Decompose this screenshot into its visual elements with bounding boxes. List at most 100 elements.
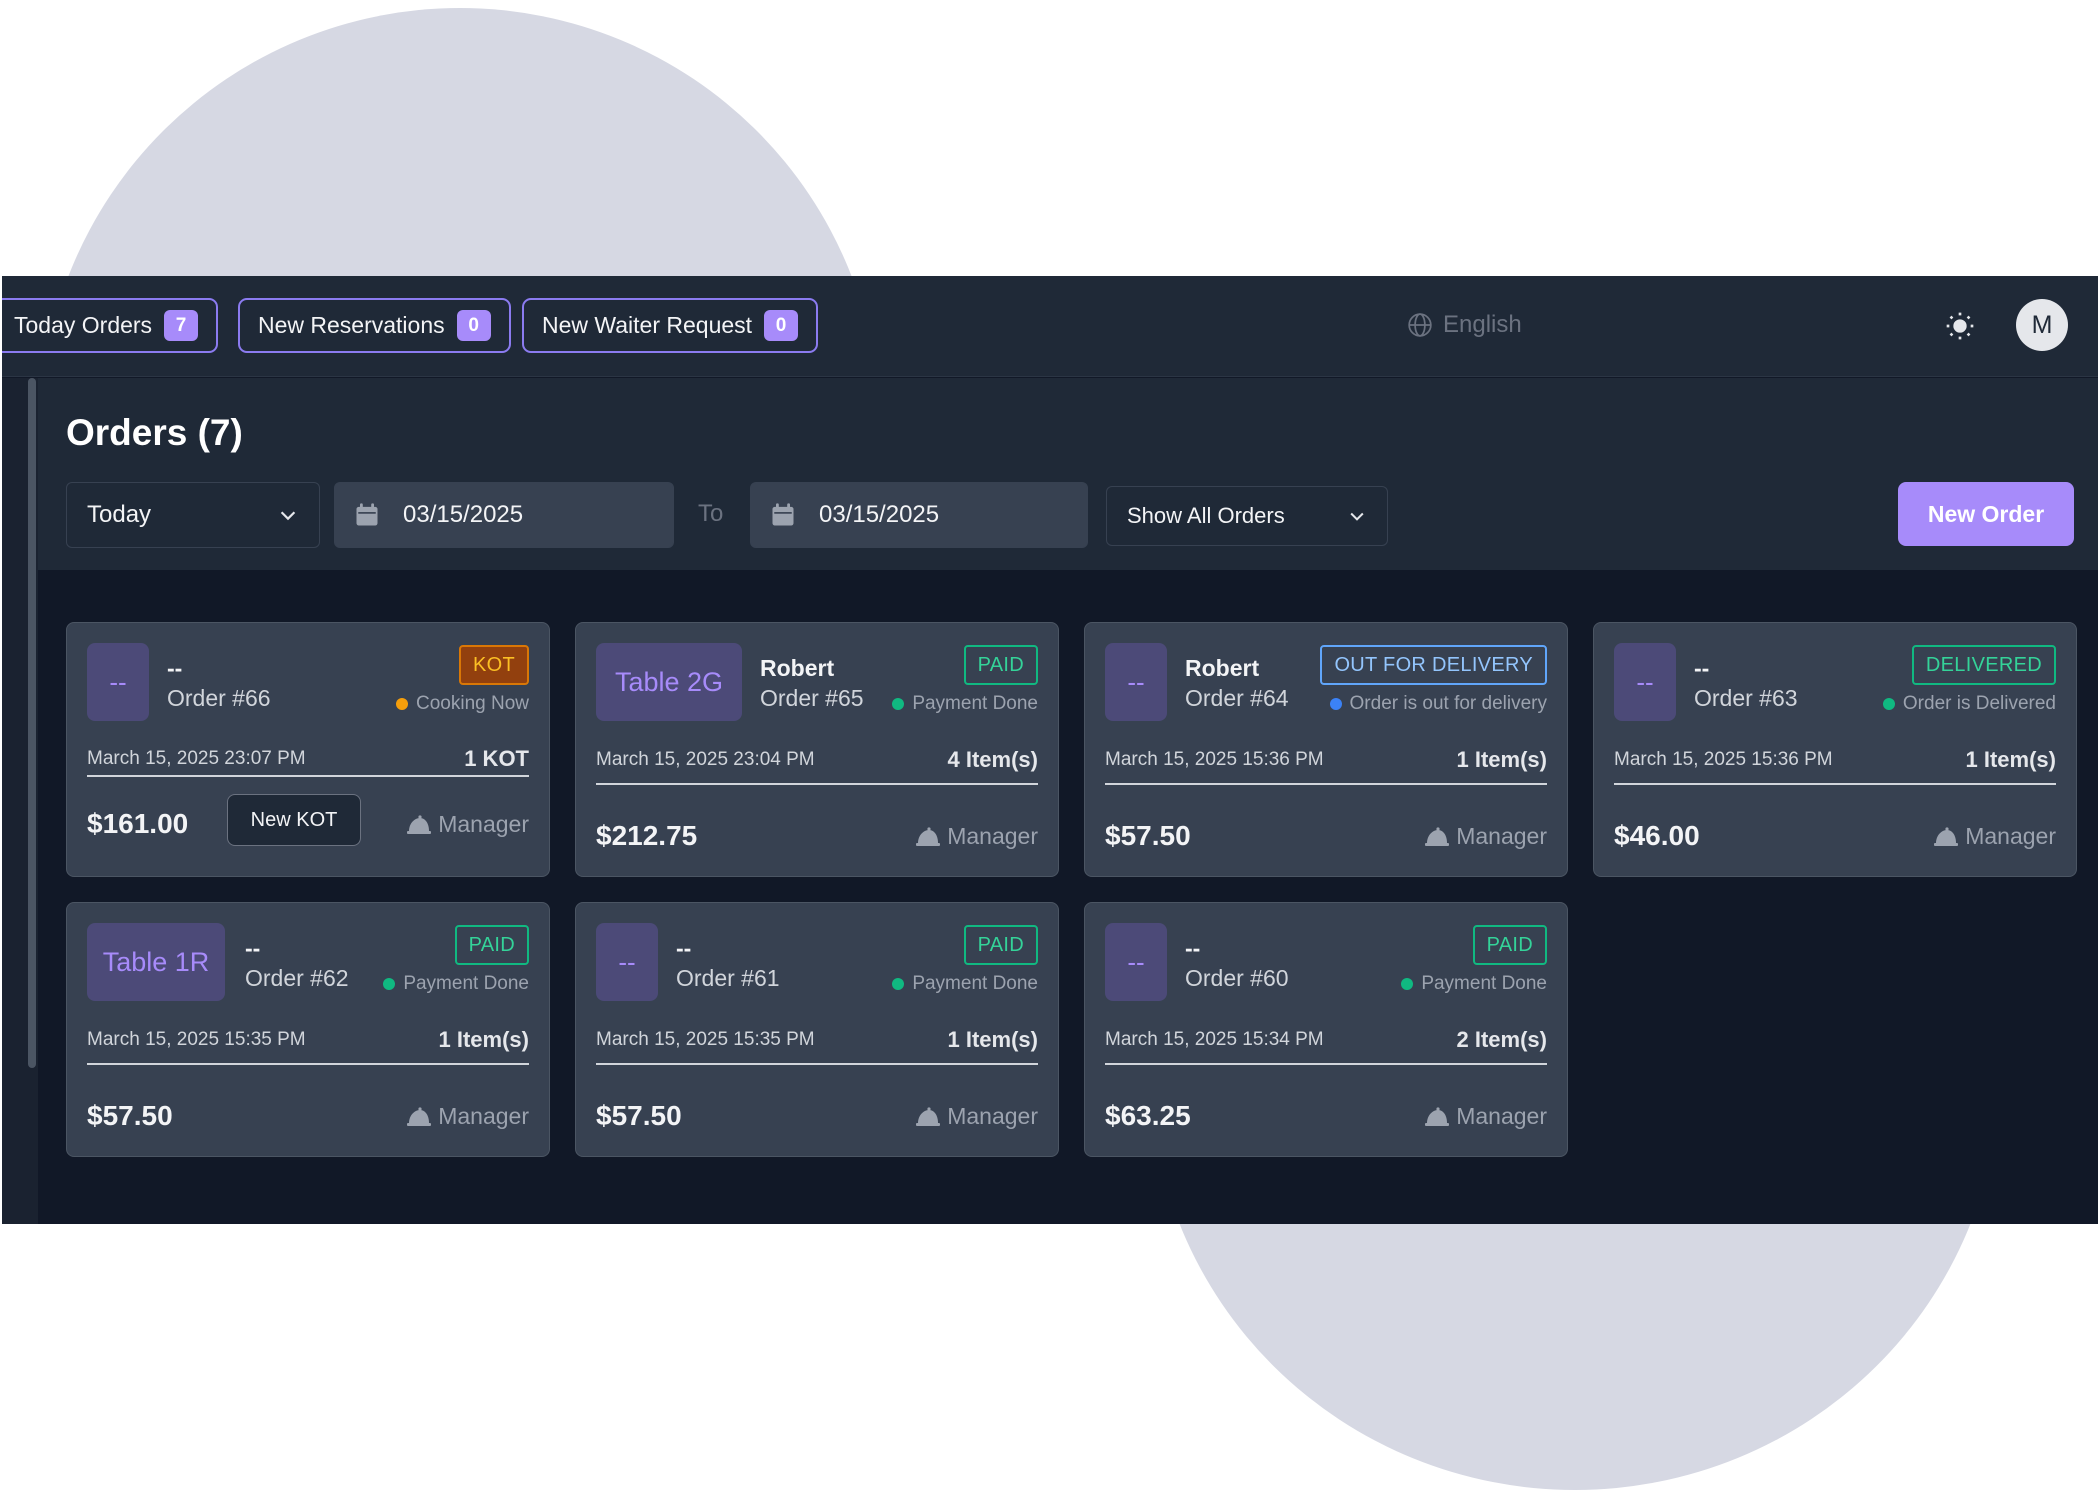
waiter-info: Manager	[1424, 1103, 1547, 1130]
user-avatar[interactable]: M	[2016, 299, 2068, 351]
status-dot	[396, 698, 408, 710]
order-meta: March 15, 2025 15:36 PM 1 Item(s)	[1614, 737, 2056, 785]
order-total: $57.50	[87, 1100, 173, 1131]
order-filter-select[interactable]: Show All Orders	[1106, 486, 1388, 546]
status-detail-text: Payment Done	[1421, 973, 1547, 994]
order-meta: March 15, 2025 15:34 PM 2 Item(s)	[1105, 1017, 1547, 1065]
order-datetime: March 15, 2025 15:35 PM	[596, 1029, 815, 1050]
today-orders-label: Today Orders	[14, 312, 153, 338]
new-reservations-label: New Reservations	[258, 312, 445, 338]
customer-name: --	[676, 935, 692, 961]
today-orders-count-badge: 7	[164, 310, 199, 341]
start-date-input[interactable]: 03/15/2025	[334, 482, 674, 548]
globe-icon	[1408, 313, 1432, 337]
order-meta: March 15, 2025 23:04 PM 4 Item(s)	[596, 737, 1038, 785]
order-card-63[interactable]: -- -- Order #63 DELIVERED Order is Deliv…	[1593, 622, 2077, 877]
status-detail-text: Payment Done	[912, 693, 1038, 714]
status-dot	[892, 698, 905, 710]
end-date-input[interactable]: 03/15/2025	[750, 482, 1088, 548]
table-tag: --	[596, 923, 658, 1001]
order-total: $57.50	[596, 1100, 682, 1131]
waiter-name: Manager	[947, 1103, 1038, 1129]
table-tag: --	[1614, 643, 1676, 721]
status-dot	[1882, 698, 1895, 710]
table-tag: Table 2G	[596, 643, 742, 721]
new-waiter-request-button[interactable]: New Waiter Request 0	[522, 298, 819, 353]
order-datetime: March 15, 2025 15:36 PM	[1105, 749, 1324, 770]
order-item-count: 1 Item(s)	[438, 1027, 529, 1052]
order-number: Order #61	[676, 965, 780, 991]
order-datetime: March 15, 2025 15:35 PM	[87, 1029, 306, 1050]
customer-name: --	[245, 935, 261, 961]
order-number: Order #63	[1694, 685, 1798, 711]
waiter-icon	[1934, 826, 1959, 846]
customer-name: Robert	[1185, 655, 1260, 681]
status-detail: Payment Done	[1401, 973, 1547, 995]
order-card-62[interactable]: Table 1R -- Order #62 PAID Payment Done …	[66, 902, 550, 1157]
status-badge: OUT FOR DELIVERY	[1320, 645, 1547, 685]
new-kot-button[interactable]: New KOT	[227, 794, 361, 846]
order-datetime: March 15, 2025 23:04 PM	[596, 749, 815, 770]
chevron-down-icon	[1350, 512, 1364, 521]
order-datetime: March 15, 2025 15:36 PM	[1614, 749, 1833, 770]
status-detail: Order is Delivered	[1882, 693, 2056, 715]
waiter-info: Manager	[406, 1103, 529, 1130]
new-reservations-button[interactable]: New Reservations 0	[238, 298, 511, 353]
order-card-61[interactable]: -- -- Order #61 PAID Payment Done March …	[575, 902, 1059, 1157]
status-detail-text: Payment Done	[912, 973, 1038, 994]
order-number: Order #60	[1185, 965, 1289, 991]
status-badge: PAID	[963, 925, 1038, 965]
status-dot	[892, 978, 905, 990]
sun-icon	[1946, 312, 1974, 340]
waiter-name: Manager	[1456, 1103, 1547, 1129]
page-title: Orders (7)	[66, 412, 243, 453]
order-total: $46.00	[1614, 820, 1700, 851]
app-window: Today Orders 7 New Reservations 0 New Wa…	[2, 276, 2098, 1224]
new-waiter-request-count-badge: 0	[764, 310, 799, 341]
order-card-64[interactable]: -- Robert Order #64 OUT FOR DELIVERY Ord…	[1084, 622, 1568, 877]
table-tag: --	[1105, 643, 1167, 721]
customer-name: Robert	[760, 655, 835, 681]
new-waiter-request-label: New Waiter Request	[542, 312, 753, 338]
waiter-icon	[407, 1106, 432, 1126]
status-detail: Payment Done	[383, 973, 529, 995]
theme-toggle-button[interactable]	[1944, 310, 1976, 342]
calendar-icon	[356, 503, 378, 526]
waiter-info: Manager	[915, 1103, 1038, 1130]
status-detail: Payment Done	[892, 973, 1038, 995]
status-dot	[1401, 978, 1414, 990]
language-label: English	[1443, 311, 1522, 338]
orders-toolbar: Orders (7) Today 03/15/2025 To 03/15/202…	[38, 378, 2098, 570]
new-order-button[interactable]: New Order	[1898, 482, 2074, 546]
order-meta: March 15, 2025 15:35 PM 1 Item(s)	[87, 1017, 529, 1065]
language-selector[interactable]: English	[1407, 311, 1522, 339]
order-card-65[interactable]: Table 2G Robert Order #65 PAID Payment D…	[575, 622, 1059, 877]
status-detail: Cooking Now	[396, 693, 529, 715]
status-badge: PAID	[963, 645, 1038, 685]
status-badge: PAID	[1472, 925, 1547, 965]
date-range-select[interactable]: Today	[66, 482, 320, 548]
table-tag: --	[1105, 923, 1167, 1001]
order-total: $161.00	[87, 808, 189, 839]
start-date-value: 03/15/2025	[403, 501, 524, 528]
status-dot	[383, 978, 396, 990]
order-card-60[interactable]: -- -- Order #60 PAID Payment Done March …	[1084, 902, 1568, 1157]
today-orders-button[interactable]: Today Orders 7	[2, 298, 219, 353]
sidebar-scrollbar[interactable]	[28, 378, 36, 1068]
order-card-66[interactable]: -- -- Order #66 KOT Cooking Now March 15…	[66, 622, 550, 877]
waiter-icon	[1425, 826, 1450, 846]
top-bar: Today Orders 7 New Reservations 0 New Wa…	[2, 276, 2098, 377]
status-detail: Order is out for delivery	[1329, 693, 1547, 715]
status-detail: Payment Done	[892, 693, 1038, 715]
status-detail-text: Order is Delivered	[1902, 693, 2056, 714]
order-number: Order #64	[1185, 685, 1289, 711]
waiter-info: Manager	[1424, 823, 1547, 850]
waiter-icon	[407, 814, 432, 834]
date-range-value: Today	[87, 501, 152, 528]
new-reservations-count-badge: 0	[456, 310, 491, 341]
calendar-icon	[772, 503, 794, 526]
order-total: $212.75	[596, 820, 698, 851]
customer-name: --	[1185, 935, 1201, 961]
order-item-count: 1 Item(s)	[1456, 747, 1547, 772]
chevron-down-icon	[280, 511, 296, 521]
